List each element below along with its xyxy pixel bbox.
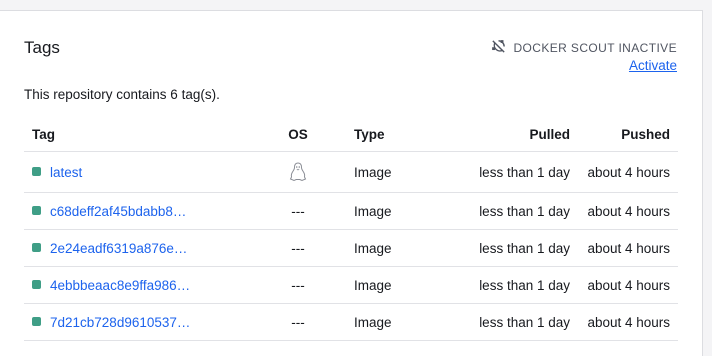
section-title: Tags — [24, 38, 60, 57]
scout-status-label: DOCKER SCOUT INACTIVE — [513, 41, 677, 55]
pushed-cell: about 4 hours — [578, 229, 678, 267]
table-row: 4ebbbeaac8e9ffa986… --- Image less than … — [24, 266, 678, 304]
tag-count-summary: This repository contains 6 tag(s). — [24, 87, 220, 102]
pushed-cell: about 4 hours — [578, 151, 678, 193]
image-status-dot — [32, 280, 41, 290]
os-cell: --- — [260, 229, 336, 267]
docker-scout-status: DOCKER SCOUT INACTIVE — [490, 38, 677, 58]
tags-table: Tag OS Type Pulled Pushed latest Image l… — [24, 117, 678, 341]
os-cell: --- — [260, 266, 336, 304]
pushed-cell: about 4 hours — [578, 192, 678, 230]
table-row: latest Image less than 1 day about 4 hou… — [24, 151, 678, 193]
os-cell: --- — [260, 303, 336, 341]
image-status-dot — [32, 317, 41, 327]
linux-icon — [289, 162, 307, 182]
tag-link[interactable]: 2e24eadf6319a876e… — [50, 241, 187, 256]
tag-link[interactable]: 7d21cb728d9610537… — [50, 315, 190, 330]
type-cell: Image — [336, 266, 432, 304]
tag-link[interactable]: 4ebbbeaac8e9ffa986… — [50, 278, 190, 293]
pushed-cell: about 4 hours — [578, 266, 678, 304]
pulled-cell: less than 1 day — [432, 151, 578, 193]
column-header-tag[interactable]: Tag — [24, 117, 260, 152]
os-cell: --- — [260, 192, 336, 230]
pulled-cell: less than 1 day — [432, 229, 578, 267]
type-cell: Image — [336, 303, 432, 341]
column-header-pulled[interactable]: Pulled — [432, 117, 578, 152]
tags-card: Tags DOCKER SCOUT INACTIVE Activate This… — [0, 10, 703, 356]
pulled-cell: less than 1 day — [432, 192, 578, 230]
column-header-os[interactable]: OS — [260, 117, 336, 152]
column-header-pushed[interactable]: Pushed — [578, 117, 678, 152]
scout-off-icon — [490, 38, 507, 58]
table-row: 7d21cb728d9610537… --- Image less than 1… — [24, 303, 678, 341]
type-cell: Image — [336, 151, 432, 193]
image-status-dot — [32, 243, 41, 253]
image-status-dot — [32, 206, 41, 216]
activate-link[interactable]: Activate — [629, 58, 677, 73]
pulled-cell: less than 1 day — [432, 303, 578, 341]
table-row: 2e24eadf6319a876e… --- Image less than 1… — [24, 229, 678, 267]
tag-link[interactable]: c68deff2af45bdabb8… — [50, 204, 186, 219]
column-header-type[interactable]: Type — [336, 117, 432, 152]
type-cell: Image — [336, 229, 432, 267]
pushed-cell: about 4 hours — [578, 303, 678, 341]
type-cell: Image — [336, 192, 432, 230]
table-header-row: Tag OS Type Pulled Pushed — [24, 117, 678, 152]
image-status-dot — [32, 167, 41, 177]
pulled-cell: less than 1 day — [432, 266, 578, 304]
table-row: c68deff2af45bdabb8… --- Image less than … — [24, 192, 678, 230]
tag-link[interactable]: latest — [50, 165, 82, 180]
